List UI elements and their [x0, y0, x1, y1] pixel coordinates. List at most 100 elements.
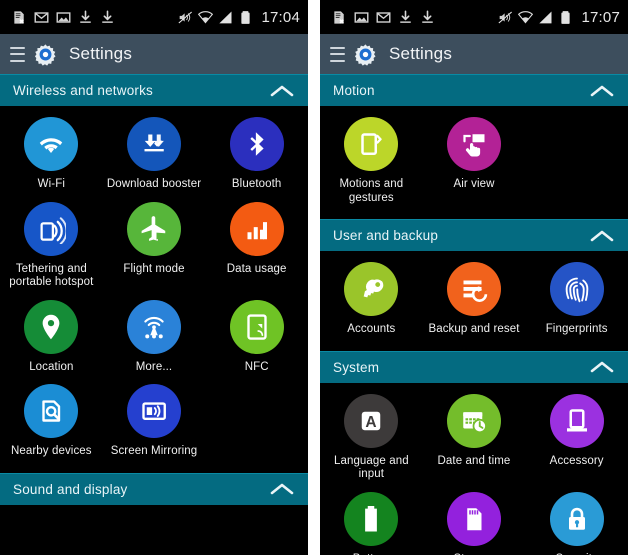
- image-icon: [354, 10, 369, 25]
- settings-tile-security[interactable]: Security: [525, 490, 628, 555]
- download-icon: [78, 10, 93, 25]
- status-bar-indicators: 17:07: [498, 9, 620, 26]
- section-title: System: [333, 359, 380, 375]
- motions-gestures-icon: [344, 117, 399, 171]
- email-icon: [376, 10, 391, 25]
- settings-tile-label: Motions and gestures: [339, 178, 404, 204]
- section-header-motion[interactable]: Motion: [320, 74, 628, 106]
- settings-tile-label: Download booster: [106, 178, 202, 190]
- settings-tile-air-view[interactable]: Air view: [423, 115, 526, 213]
- nfc-icon: [229, 299, 284, 354]
- phone-screen-left: 17:04 Settings Wireless and networks Wi-Fi D…: [0, 0, 308, 555]
- date-time-icon: [446, 393, 501, 448]
- language-input-icon: A: [344, 393, 399, 448]
- cell-signal-icon: [538, 10, 553, 25]
- settings-tile-language-and-input[interactable]: A Language and input: [320, 392, 423, 490]
- hamburger-icon[interactable]: [10, 46, 25, 62]
- settings-tile-storage[interactable]: Storage: [423, 490, 526, 555]
- more-antenna-icon: [126, 299, 181, 354]
- settings-tile-label: Accessory: [549, 454, 604, 467]
- location-pin-icon: [24, 299, 79, 354]
- settings-grid: Motions and gestures Air view: [320, 106, 628, 219]
- section-header-sound-and-display[interactable]: Sound and display: [0, 472, 308, 505]
- settings-tile-label: Fingerprints: [545, 323, 608, 335]
- chevron-up-icon[interactable]: [589, 84, 615, 98]
- wifi-signal-icon: [518, 10, 534, 25]
- settings-tile-motions-and-gestures[interactable]: Motions and gestures: [320, 115, 423, 213]
- cell-signal-icon: [218, 10, 233, 25]
- status-bar-clock: 17:07: [581, 8, 620, 26]
- data-usage-icon: [229, 201, 284, 256]
- svg-text:A: A: [366, 413, 377, 430]
- settings-tile-flight-mode[interactable]: Flight mode: [103, 200, 206, 298]
- download-icon: [100, 10, 115, 25]
- gear-icon: [354, 43, 377, 66]
- settings-tile-nearby-devices[interactable]: Nearby devices: [0, 382, 103, 467]
- settings-tile-download-booster[interactable]: Download booster: [103, 115, 206, 200]
- chevron-up-icon[interactable]: [269, 84, 295, 98]
- battery-full-icon: [344, 491, 399, 546]
- settings-grid: A Language and input Date and time Accessor…: [320, 382, 628, 555]
- phone-screen-right: 17:07 Settings Motion Motions and gestures A…: [320, 0, 628, 555]
- document-error-icon: [12, 10, 27, 25]
- nearby-devices-icon: [24, 384, 79, 438]
- section-header-user-and-backup[interactable]: User and backup: [320, 219, 628, 251]
- settings-tile-label: Flight mode: [123, 262, 185, 275]
- panel-divider: [308, 0, 320, 555]
- section-title: User and backup: [333, 228, 439, 243]
- settings-tile-label: Air view: [453, 178, 495, 190]
- airplane-icon: [126, 201, 181, 256]
- page-title: Settings: [389, 44, 453, 63]
- tethering-icon: [24, 201, 79, 256]
- settings-tile-nfc[interactable]: NFC: [205, 298, 308, 383]
- chevron-up-icon[interactable]: [269, 482, 295, 496]
- chevron-up-icon[interactable]: [589, 360, 615, 374]
- section-title: Motion: [333, 83, 375, 98]
- sd-card-icon: [446, 491, 501, 546]
- mute-icon: [178, 10, 193, 25]
- settings-tile-label: Bluetooth: [231, 178, 282, 190]
- settings-tile-wi-fi[interactable]: Wi-Fi: [0, 115, 103, 200]
- settings-tile-tethering-and-portable-hotspot[interactable]: Tethering and portable hotspot: [0, 200, 103, 298]
- settings-tile-screen-mirroring[interactable]: Screen Mirroring: [103, 382, 206, 467]
- settings-grid: Wi-Fi Download booster Bluetooth Tethering …: [0, 106, 308, 473]
- battery-icon: [238, 10, 253, 25]
- battery-icon: [558, 10, 573, 25]
- settings-tile-label: Backup and reset: [428, 323, 520, 335]
- wifi-signal-icon: [198, 10, 214, 25]
- status-bar-indicators: 17:04: [178, 9, 300, 26]
- gear-icon: [34, 43, 57, 66]
- mute-icon: [498, 10, 513, 25]
- settings-tile-more-[interactable]: More...: [103, 298, 206, 383]
- chevron-up-icon[interactable]: [589, 229, 615, 243]
- settings-tile-date-and-time[interactable]: Date and time: [423, 392, 526, 490]
- settings-tile-fingerprints[interactable]: Fingerprints: [525, 260, 628, 345]
- settings-tile-location[interactable]: Location: [0, 298, 103, 383]
- section-title: Wireless and networks: [13, 83, 153, 98]
- settings-tile-accessory[interactable]: Accessory: [525, 392, 628, 490]
- settings-tile-label: More...: [135, 360, 173, 373]
- section-header-system[interactable]: System: [320, 350, 628, 383]
- settings-scroll-body[interactable]: Motion Motions and gestures Air view User a…: [320, 74, 628, 555]
- backup-reset-icon: [446, 262, 501, 316]
- settings-tile-label: NFC: [244, 360, 269, 373]
- image-icon: [56, 10, 71, 25]
- status-bar: 17:07: [320, 0, 628, 34]
- download-booster-icon: [126, 117, 181, 171]
- screen-mirroring-icon: [126, 384, 181, 438]
- hamburger-icon[interactable]: [330, 46, 345, 62]
- settings-tile-accounts[interactable]: Accounts: [320, 260, 423, 345]
- settings-tile-bluetooth[interactable]: Bluetooth: [205, 115, 308, 200]
- section-header-wireless-and-networks[interactable]: Wireless and networks: [0, 74, 308, 106]
- settings-tile-data-usage[interactable]: Data usage: [205, 200, 308, 298]
- document-error-icon: [332, 10, 347, 25]
- settings-tile-battery[interactable]: Battery: [320, 490, 423, 555]
- settings-tile-label: Nearby devices: [10, 445, 92, 457]
- wifi-icon: [24, 117, 79, 171]
- email-icon: [34, 10, 49, 25]
- settings-scroll-body[interactable]: Wireless and networks Wi-Fi Download boost…: [0, 74, 308, 555]
- air-view-icon: [446, 117, 501, 171]
- status-bar-notifications: [332, 10, 498, 25]
- fingerprint-icon: [549, 262, 604, 316]
- settings-tile-backup-and-reset[interactable]: Backup and reset: [423, 260, 526, 345]
